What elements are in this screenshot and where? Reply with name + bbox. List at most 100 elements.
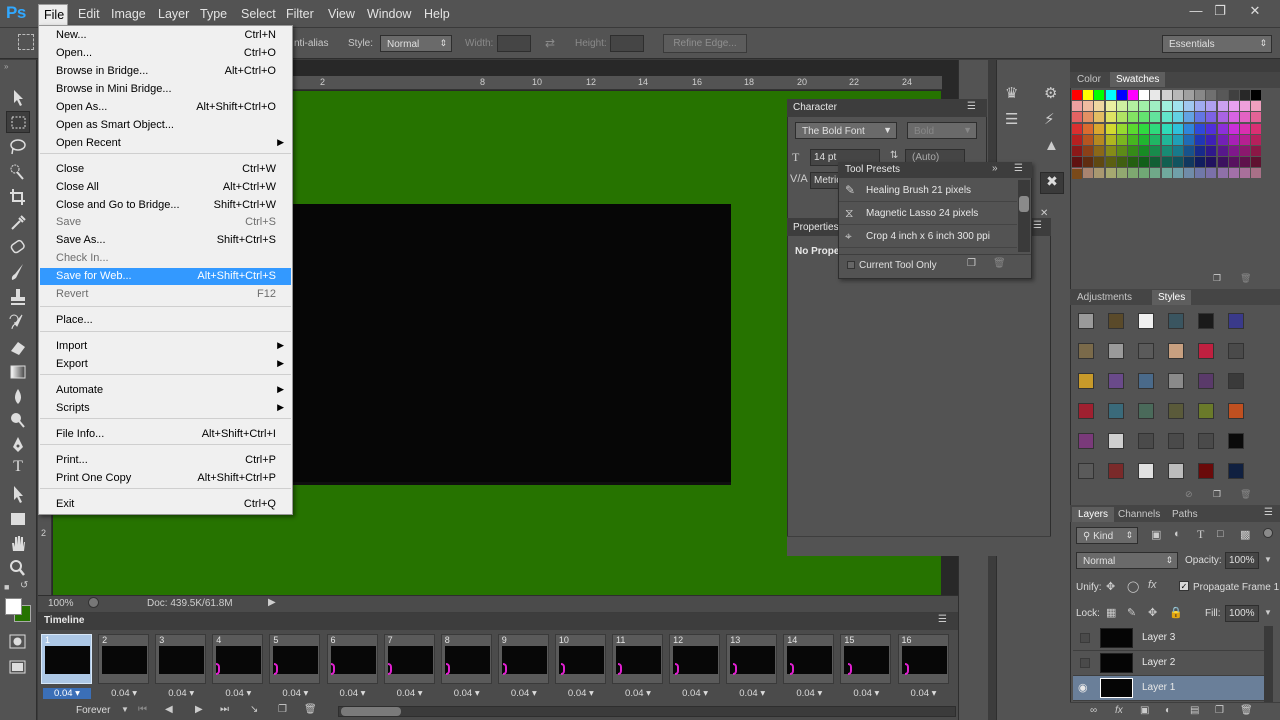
filter-smart-object-icon[interactable]: ▩ [1240,528,1250,541]
timeline-frame[interactable]: 7 [383,634,435,684]
timeline-scroll-thumb[interactable] [341,707,401,716]
style-swatch[interactable] [1108,403,1124,419]
clear-style-icon[interactable]: ⊘ [1185,489,1193,500]
color-swatch[interactable] [1184,90,1194,100]
style-swatch[interactable] [1198,313,1214,329]
style-swatch[interactable] [1168,463,1184,479]
pen-tool-icon[interactable] [6,434,30,456]
color-swatch[interactable] [1072,169,1082,179]
dodge-tool-icon[interactable] [6,409,30,431]
style-swatch[interactable] [1198,463,1214,479]
font-family-select[interactable]: The Bold Font ▼ [795,122,897,139]
blend-mode-select[interactable]: Normal ⇕ [1076,552,1178,569]
next-frame-icon[interactable]: ⏭ [220,704,229,715]
color-swatch[interactable] [1228,168,1239,179]
style-swatch[interactable] [1138,463,1154,479]
color-swatch[interactable] [1083,134,1094,145]
color-swatch[interactable] [1172,168,1183,179]
eye-icon[interactable]: ◉ [1078,681,1088,694]
timeline-frame[interactable]: 9 [497,634,549,684]
unify-visibility-icon[interactable]: ◯ [1127,580,1139,593]
color-swatch[interactable] [1094,101,1105,112]
quick-selection-tool-icon[interactable] [6,161,30,183]
color-swatch[interactable] [1228,90,1239,100]
style-swatch[interactable] [1228,433,1244,449]
marquee-preset-icon[interactable] [18,34,34,50]
frame-delay[interactable]: 0.04 ▾ [386,688,434,699]
timeline-frame[interactable]: 3 [155,634,207,684]
status-info-icon[interactable] [88,597,99,608]
panel-menu-icon[interactable]: ☰ [938,614,947,625]
color-swatch[interactable] [1128,157,1138,168]
color-swatch[interactable] [1251,123,1262,134]
color-swatch[interactable] [1161,134,1172,145]
color-swatch[interactable] [1083,146,1094,156]
swap-colors-icon[interactable]: ↺ [20,580,28,591]
color-swatch[interactable] [1161,157,1172,168]
status-menu-arrow-icon[interactable]: ▶ [268,597,276,608]
color-swatch[interactable] [1128,123,1138,134]
style-swatch[interactable] [1108,433,1124,449]
color-swatch[interactable] [1161,146,1172,156]
history-icon[interactable]: ♛ [1005,84,1018,102]
color-swatch[interactable] [1094,90,1105,100]
style-swatch[interactable] [1228,463,1244,479]
style-swatch[interactable] [1168,403,1184,419]
color-swatch[interactable] [1139,123,1150,134]
tool-presets-scrollbar[interactable] [1018,180,1030,252]
color-swatch[interactable] [1150,112,1161,123]
color-swatch[interactable] [1251,90,1262,100]
play-icon[interactable]: ▶ [195,704,203,715]
swap-icon[interactable]: ⇄ [545,36,555,50]
color-swatch[interactable] [1116,112,1127,123]
menu-layer[interactable]: Layer [158,7,189,21]
style-swatch[interactable] [1198,343,1214,359]
close-icon[interactable]: ✕ [1246,4,1264,18]
frame-delay[interactable]: 0.04 ▾ [614,688,662,699]
panel-menu-icon[interactable]: ☰ [1033,220,1042,231]
new-swatch-icon[interactable]: ❐ [1213,273,1221,284]
file-menu-item[interactable]: Open As... Alt+Shift+Ctrl+O [40,99,291,116]
file-menu-item[interactable]: Place... [40,312,291,329]
menu-type[interactable]: Type [200,7,227,21]
color-swatch[interactable] [1195,101,1206,112]
color-swatch[interactable] [1206,157,1217,168]
style-swatch[interactable] [1228,373,1244,389]
menu-file[interactable]: File [38,4,68,26]
style-swatch[interactable] [1078,313,1094,329]
style-swatch[interactable] [1078,373,1094,389]
color-swatch[interactable] [1228,101,1239,112]
style-swatch[interactable] [1228,343,1244,359]
color-swatch[interactable] [1184,168,1194,179]
new-preset-icon[interactable]: ❐ [967,258,976,269]
style-swatch[interactable] [1198,373,1214,389]
color-swatch[interactable] [1206,168,1217,179]
timeline-frame[interactable]: 15 [840,634,892,684]
color-swatch[interactable] [1195,134,1206,145]
color-swatch[interactable] [1161,168,1172,179]
unify-style-icon[interactable]: fx [1148,579,1157,591]
color-swatch[interactable] [1172,112,1183,123]
previous-frame-icon[interactable]: ◀ [165,704,173,715]
color-swatch[interactable] [1228,146,1239,156]
color-swatch[interactable] [1116,101,1127,112]
color-swatch[interactable] [1240,123,1250,134]
color-swatch[interactable] [1072,134,1082,145]
file-menu-item[interactable]: Print... Ctrl+P [40,452,291,469]
style-swatch[interactable] [1078,463,1094,479]
color-swatch[interactable] [1184,157,1194,168]
frame-delay[interactable]: 0.04 ▾ [557,688,605,699]
color-swatch[interactable] [1217,157,1228,168]
hand-tool-icon[interactable] [6,533,30,555]
new-layer-icon[interactable]: ❐ [1215,705,1224,716]
color-swatch[interactable] [1105,134,1116,145]
brush-presets-icon[interactable]: ☰ [1005,110,1018,128]
lock-pixels-icon[interactable]: ✎ [1127,606,1136,619]
color-swatch[interactable] [1251,157,1262,168]
current-tool-only-checkbox[interactable] [847,261,855,269]
color-swatch[interactable] [1094,134,1105,145]
color-swatch[interactable] [1072,101,1082,112]
color-swatch[interactable] [1105,101,1116,112]
color-swatch[interactable] [1150,146,1161,156]
style-select[interactable]: Normal ⇕ [380,35,452,52]
